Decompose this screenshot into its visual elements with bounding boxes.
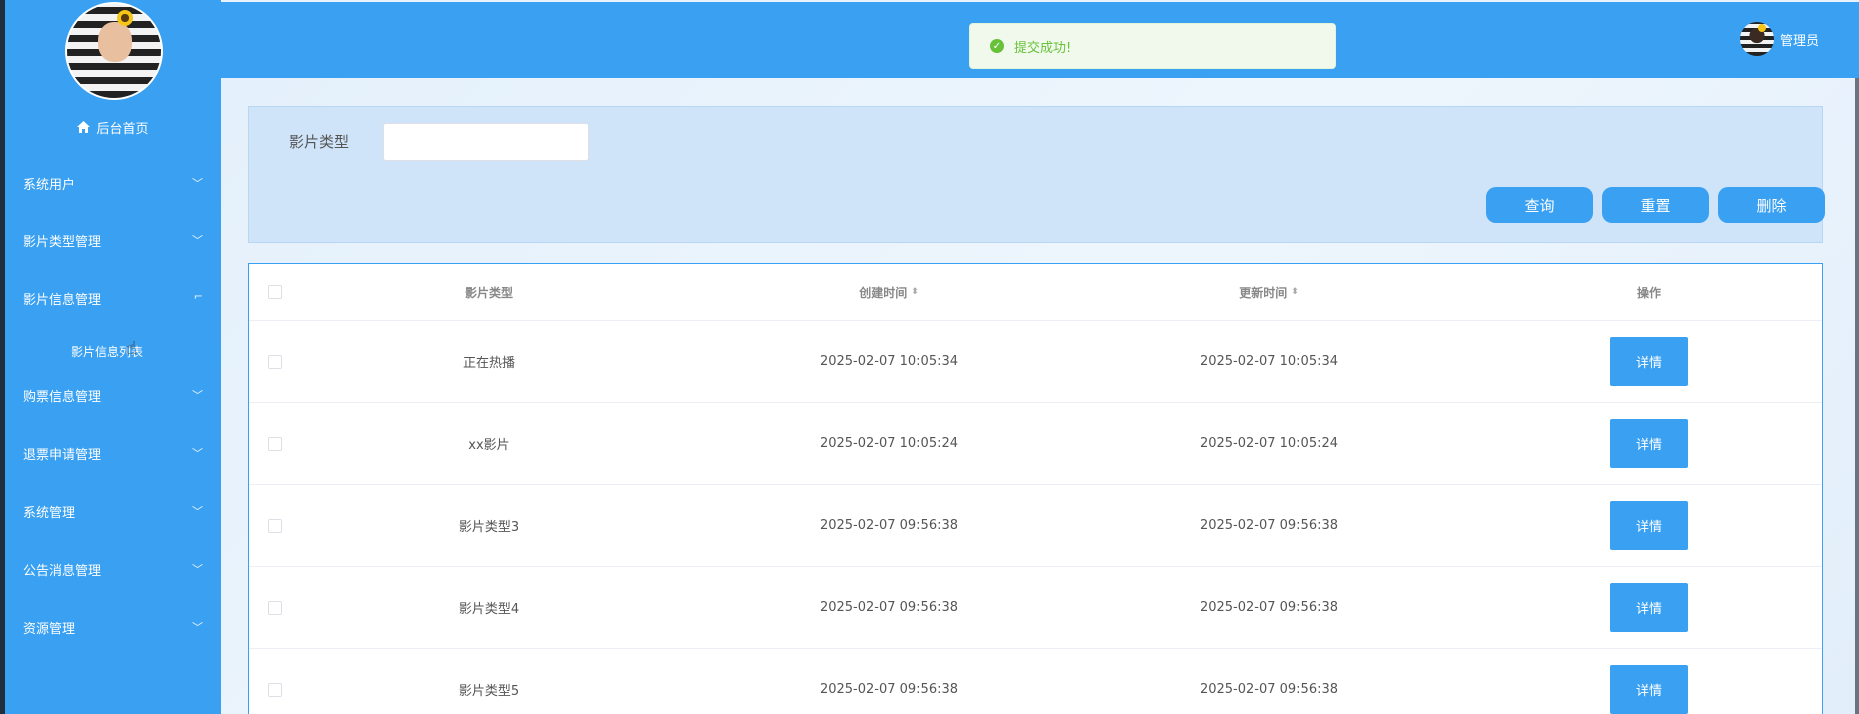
cell-type: 影片类型4 (458, 602, 520, 617)
sidebar-item-label: 系统用户 (23, 177, 76, 193)
cell-updated: 2025-02-07 10:05:24 (1199, 436, 1339, 451)
sidebar-subitem-movie-info-list[interactable]: 影片信息列表 (5, 340, 221, 362)
column-header-label: 创建时间 (859, 285, 908, 300)
sidebar-item-label: 资源管理 (23, 621, 76, 637)
sort-icon[interactable]: ⬍ (1291, 287, 1299, 297)
cell-type: 正在热播 (462, 356, 515, 371)
sort-icon[interactable]: ⬍ (911, 287, 919, 297)
column-header-type: 影片类型 (464, 285, 513, 300)
user-menu[interactable]: 管理员 (1739, 22, 1819, 56)
cell-created: 2025-02-07 10:05:24 (819, 436, 959, 451)
user-avatar (1739, 22, 1774, 56)
sidebar-item-resource-management[interactable]: 资源管理 ﹀ (5, 616, 221, 638)
cell-updated: 2025-02-07 09:56:38 (1199, 518, 1339, 533)
search-label: 影片类型 (289, 133, 350, 151)
detail-button[interactable]: 详情 (1610, 337, 1688, 386)
cell-type: 影片类型5 (458, 684, 520, 699)
sidebar-item-label: 公告消息管理 (23, 563, 102, 579)
sidebar-item-notice-management[interactable]: 公告消息管理 ﹀ (5, 558, 221, 580)
sidebar-item-movie-info-management[interactable]: 影片信息管理 ⌐ (5, 287, 221, 309)
cell-created: 2025-02-07 10:05:34 (819, 354, 959, 369)
sidebar-item-label: 退票申请管理 (23, 447, 102, 463)
sidebar-item-system-users[interactable]: 系统用户 ﹀ (5, 172, 221, 194)
sidebar: 后台首页 系统用户 ﹀ 影片类型管理 ﹀ 影片信息管理 ⌐ 影片信息列表 购票信… (5, 0, 221, 714)
sidebar-home-link[interactable]: 后台首页 (5, 116, 221, 138)
chevron-down-icon: ﹀ (192, 177, 203, 190)
sidebar-item-movie-type-management[interactable]: 影片类型管理 ﹀ (5, 229, 221, 251)
chevron-down-icon: ﹀ (192, 234, 203, 247)
column-header-actions: 操作 (1636, 285, 1661, 300)
reset-button[interactable]: 重置 (1602, 187, 1709, 223)
table-row: xx影片 2025-02-07 10:05:24 2025-02-07 10:0… (249, 403, 1822, 485)
cell-updated: 2025-02-07 09:56:38 (1199, 600, 1339, 615)
cell-created: 2025-02-07 09:56:38 (819, 682, 959, 697)
table-header-row: 影片类型 创建时间 ⬍ 更新时间 ⬍ 操作 (249, 264, 1822, 321)
sidebar-item-ticket-info-management[interactable]: 购票信息管理 ﹀ (5, 384, 221, 406)
sidebar-item-refund-management[interactable]: 退票申请管理 ﹀ (5, 442, 221, 464)
sidebar-avatar (65, 2, 163, 100)
top-header: ✓ 提交成功! 管理员 (221, 2, 1859, 78)
user-name: 管理员 (1779, 33, 1819, 49)
chevron-down-icon: ﹀ (192, 621, 203, 634)
table-row: 影片类型3 2025-02-07 09:56:38 2025-02-07 09:… (249, 485, 1822, 567)
vertical-scrollbar[interactable] (1855, 78, 1859, 714)
detail-button[interactable]: 详情 (1610, 501, 1688, 550)
cell-type: xx影片 (468, 438, 510, 453)
table-row: 影片类型4 2025-02-07 09:56:38 2025-02-07 09:… (249, 567, 1822, 649)
sidebar-item-label: 影片类型管理 (23, 234, 102, 250)
table-row: 正在热播 2025-02-07 10:05:34 2025-02-07 10:0… (249, 321, 1822, 403)
movie-type-table: 影片类型 创建时间 ⬍ 更新时间 ⬍ 操作 正在热播 2025-02-07 10… (248, 263, 1823, 714)
column-header-label: 更新时间 (1239, 285, 1288, 300)
main-content: 影片类型 查询 重置 删除 影片类型 创建时间 ⬍ 更新时间 ⬍ 操作 正在热播… (221, 78, 1855, 714)
flower-icon (117, 10, 133, 26)
check-circle-icon: ✓ (990, 39, 1004, 53)
cell-created: 2025-02-07 09:56:38 (819, 518, 959, 533)
detail-button[interactable]: 详情 (1610, 419, 1688, 468)
sidebar-item-label: 影片信息管理 (23, 292, 102, 308)
sidebar-item-label: 系统管理 (23, 505, 76, 521)
home-icon (77, 121, 91, 133)
chevron-down-icon: ﹀ (192, 389, 203, 402)
delete-button[interactable]: 删除 (1718, 187, 1825, 223)
cell-created: 2025-02-07 09:56:38 (819, 600, 959, 615)
chevron-down-icon: ﹀ (192, 563, 203, 576)
column-header-updated[interactable]: 更新时间 ⬍ (1079, 264, 1459, 320)
cell-updated: 2025-02-07 09:56:38 (1199, 682, 1339, 697)
sidebar-item-system-management[interactable]: 系统管理 ﹀ (5, 500, 221, 522)
sidebar-home-label: 后台首页 (96, 121, 149, 137)
chevron-down-icon: ﹀ (192, 505, 203, 518)
cell-updated: 2025-02-07 10:05:34 (1199, 354, 1339, 369)
query-button[interactable]: 查询 (1486, 187, 1593, 223)
cell-type: 影片类型3 (458, 520, 520, 535)
chevron-up-icon: ⌐ (193, 290, 203, 303)
table-row: 影片类型5 2025-02-07 09:56:38 2025-02-07 09:… (249, 649, 1822, 714)
success-toast: ✓ 提交成功! (969, 23, 1336, 69)
detail-button[interactable]: 详情 (1610, 665, 1688, 714)
column-header-created[interactable]: 创建时间 ⬍ (699, 264, 1079, 320)
movie-type-search-input[interactable] (383, 123, 589, 161)
pointer-hand-icon: ☝ (126, 338, 137, 359)
toast-message: 提交成功! (1014, 40, 1072, 56)
search-panel: 影片类型 查询 重置 删除 (248, 106, 1825, 243)
sidebar-item-label: 购票信息管理 (23, 389, 102, 405)
detail-button[interactable]: 详情 (1610, 583, 1688, 632)
chevron-down-icon: ﹀ (192, 447, 203, 460)
